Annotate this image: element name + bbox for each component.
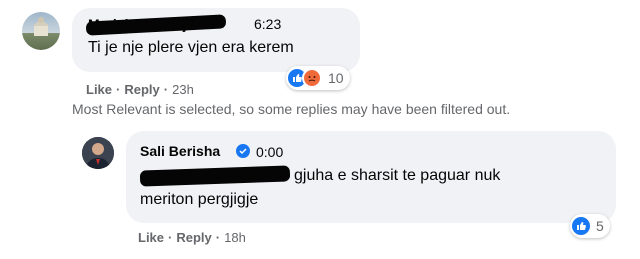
- angry-icon: [302, 68, 322, 88]
- like-icon: [572, 217, 590, 235]
- reply-button[interactable]: Reply: [124, 82, 159, 97]
- comment-text: Ti je nje plere vjen era kerem: [88, 39, 294, 56]
- reply-text-line1: gjuha e sharsit te paguar nuk: [294, 167, 501, 184]
- avatar[interactable]: [82, 137, 114, 169]
- comment-reactions[interactable]: 10: [286, 66, 350, 90]
- reply-actions: Like · Reply · 18h: [138, 230, 246, 245]
- like-button[interactable]: Like: [138, 230, 164, 245]
- filter-notice: Most Relevant is selected, so some repli…: [72, 101, 511, 117]
- comment-time: 6:23: [254, 16, 282, 32]
- comment-actions: Like · Reply · 23h: [86, 82, 194, 97]
- reaction-count: 5: [596, 218, 604, 234]
- reply-text-line2: meriton pergjigje: [140, 191, 259, 208]
- reply-button[interactable]: Reply: [176, 230, 211, 245]
- like-button[interactable]: Like: [86, 82, 112, 97]
- reply-age[interactable]: 18h: [224, 230, 246, 245]
- avatar[interactable]: [22, 12, 60, 50]
- reply-time: 0:00: [256, 144, 284, 160]
- comment-age[interactable]: 23h: [172, 82, 194, 97]
- reply-reactions[interactable]: 5: [570, 214, 610, 238]
- verified-icon: [236, 144, 250, 158]
- reply-author[interactable]: Sali Berisha: [140, 143, 220, 159]
- reaction-count: 10: [328, 70, 344, 86]
